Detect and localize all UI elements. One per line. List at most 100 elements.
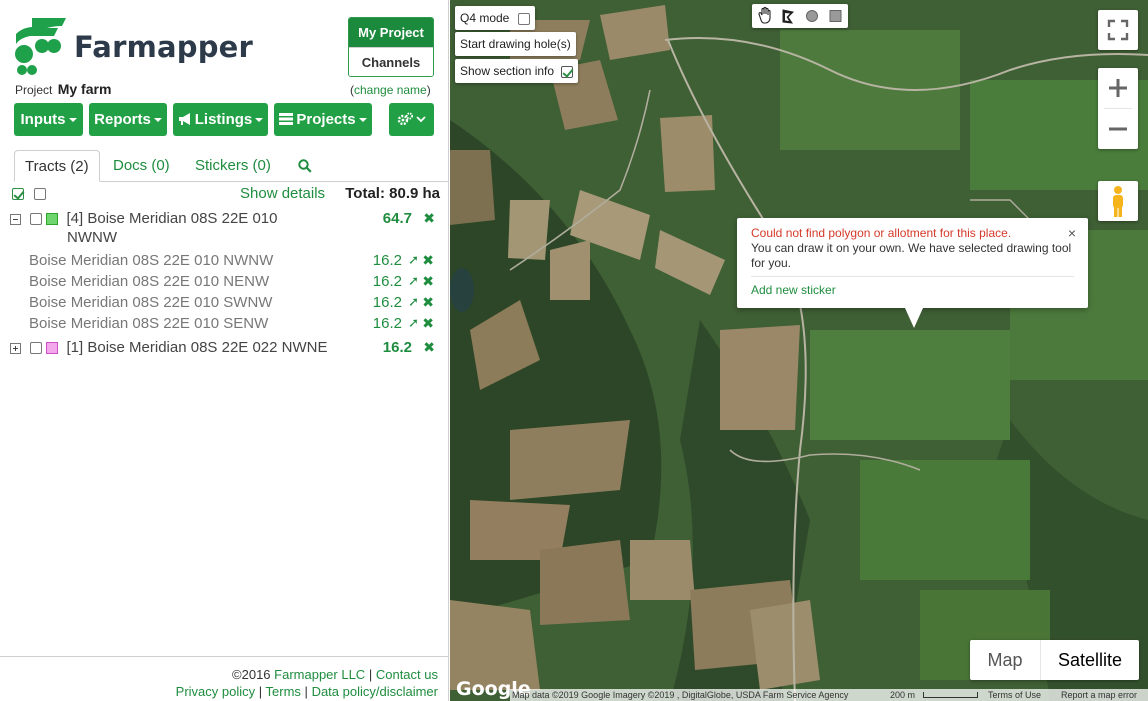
select-all-checkbox[interactable]: [12, 188, 24, 201]
street-view-button[interactable]: [1098, 181, 1138, 221]
hand-icon[interactable]: [758, 6, 771, 24]
tract-name: [1] Boise Meridian 08S 22E 022 NWNE: [66, 339, 328, 356]
delete-icon[interactable]: ✖: [422, 252, 434, 269]
caret-down-icon: [68, 118, 77, 123]
map-terms-link[interactable]: Terms of Use: [988, 689, 1041, 701]
show-section-info-label: Show section info: [460, 64, 555, 78]
inputs-dropdown-button[interactable]: Inputs: [14, 103, 83, 136]
external-link-icon[interactable]: ➚: [408, 273, 419, 289]
subtract-row[interactable]: Boise Meridian 08S 22E 010 SENW 16.2 ➚ ✖: [29, 315, 439, 332]
map-data-text: Map data ©2019 Google Imagery ©2019 , Di…: [512, 690, 849, 700]
map-attribution: Map data ©2019 Google Imagery ©2019 , Di…: [510, 689, 1148, 701]
start-drawing-hole-button[interactable]: Start drawing hole(s): [455, 32, 576, 56]
brand-name: Farmapper: [74, 30, 254, 64]
subtract-area: 16.2: [372, 294, 402, 311]
tab-stickers[interactable]: Stickers (0): [195, 150, 271, 182]
map-type-satellite-button[interactable]: Satellite: [1040, 640, 1139, 680]
terms-link[interactable]: Terms: [266, 684, 301, 699]
circle-icon[interactable]: [806, 10, 818, 22]
show-section-info-control[interactable]: Show section info: [455, 59, 579, 83]
external-link-icon[interactable]: ➚: [408, 252, 419, 268]
farmapper-logo-icon: [15, 18, 66, 75]
zoom-in-button[interactable]: [1098, 68, 1138, 108]
footer-line-2: Privacy policy | Terms | Data policy/dis…: [176, 684, 438, 699]
list-icon: [279, 113, 294, 125]
tract-name: [4] Boise Meridian 08S 22E 010: [66, 210, 278, 227]
contact-link[interactable]: Contact us: [376, 667, 438, 682]
tract-name-cont: NWNW: [67, 229, 117, 246]
fullscreen-button[interactable]: [1098, 10, 1138, 50]
subtract-row[interactable]: Boise Meridian 08S 22E 010 NWNW 16.2 ➚ ✖: [29, 252, 439, 269]
tract-color-swatch: [46, 213, 59, 226]
subtract-name: Boise Meridian 08S 22E 010 NWNW: [29, 252, 274, 269]
delete-icon[interactable]: ✖: [422, 315, 434, 332]
show-section-info-checkbox[interactable]: [561, 65, 574, 78]
tract-checkbox[interactable]: [30, 342, 43, 355]
rectangle-icon[interactable]: [829, 10, 842, 22]
my-project-button[interactable]: My Project: [349, 18, 433, 47]
q4-mode-control[interactable]: Q4 mode: [455, 6, 535, 30]
privacy-link[interactable]: Privacy policy: [176, 684, 255, 699]
expand-icon[interactable]: [10, 342, 21, 354]
satellite-map[interactable]: Q4 mode Start drawing hole(s) Show secti…: [450, 0, 1148, 701]
reports-dropdown-button[interactable]: Reports: [89, 103, 167, 136]
show-details-link[interactable]: Show details: [240, 185, 325, 202]
listings-label: Listings: [194, 111, 253, 128]
zoom-control: [1098, 68, 1138, 149]
projects-label: Projects: [296, 111, 356, 128]
separator: |: [304, 684, 308, 699]
fullscreen-icon: [1107, 19, 1129, 41]
zoom-out-button[interactable]: [1098, 109, 1138, 149]
delete-icon[interactable]: ✖: [422, 294, 434, 311]
caret-down-icon: [358, 118, 367, 123]
q4-mode-checkbox[interactable]: [517, 12, 530, 25]
subtract-row[interactable]: Boise Meridian 08S 22E 010 SWNW 16.2 ➚ ✖: [29, 294, 439, 311]
company-link[interactable]: Farmapper LLC: [274, 667, 365, 682]
collapse-icon[interactable]: [10, 213, 21, 225]
listings-dropdown-button[interactable]: Listings: [173, 103, 268, 136]
polygon-icon[interactable]: [782, 9, 795, 24]
project-label: Project: [15, 83, 53, 97]
subtract-name: Boise Meridian 08S 22E 010 SWNW: [29, 294, 273, 311]
map-type-control: Map Satellite: [970, 640, 1139, 680]
subtract-row[interactable]: Boise Meridian 08S 22E 010 NENW 16.2 ➚ ✖: [29, 273, 439, 290]
select-none-checkbox[interactable]: [34, 188, 47, 201]
separator: |: [368, 667, 373, 682]
popup-error-text: Could not find polygon or allotment for …: [751, 226, 1012, 240]
caret-down-icon: [153, 118, 162, 123]
project-line: Project My farm: [15, 81, 111, 97]
add-new-sticker-link[interactable]: Add new sticker: [751, 283, 836, 297]
popup-info-text: You can draw it on your own. We have sel…: [751, 241, 1072, 270]
map-type-map-button[interactable]: Map: [970, 640, 1040, 680]
subtract-name: Boise Meridian 08S 22E 010 NENW: [29, 273, 270, 290]
external-link-icon[interactable]: ➚: [408, 315, 419, 331]
paren-close: ): [426, 83, 431, 97]
popup-footer: Add new sticker: [751, 276, 1074, 298]
report-map-error-link[interactable]: Report a map error: [1061, 689, 1137, 701]
projects-dropdown-button[interactable]: Projects: [274, 103, 372, 136]
copyright-text: ©2016: [232, 667, 271, 682]
external-link-icon[interactable]: ➚: [408, 294, 419, 310]
tract-checkbox[interactable]: [30, 213, 43, 226]
tract-row[interactable]: [4] Boise Meridian 08S 22E 010 64.7 ✖ NW…: [10, 210, 440, 246]
drawing-tools: [752, 4, 848, 28]
drawing-tools-icons: [758, 6, 842, 24]
start-drawing-hole-label: Start drawing hole(s): [460, 37, 571, 51]
farmapper-logo[interactable]: Farmapper: [14, 16, 253, 76]
channels-button[interactable]: Channels: [349, 47, 433, 76]
delete-icon[interactable]: ✖: [422, 273, 434, 290]
data-policy-link[interactable]: Data policy/disclaimer: [312, 684, 438, 699]
search-icon[interactable]: [298, 159, 312, 173]
delete-icon[interactable]: ✖: [423, 210, 435, 227]
settings-dropdown-button[interactable]: [389, 103, 434, 136]
q4-mode-label: Q4 mode: [460, 11, 510, 25]
subtract-area: 16.2: [372, 315, 402, 332]
change-name-link[interactable]: change name: [354, 83, 427, 97]
project-name: My farm: [57, 81, 112, 97]
close-icon[interactable]: ×: [1068, 226, 1076, 241]
footer-divider: [0, 656, 449, 657]
delete-icon[interactable]: ✖: [423, 339, 435, 356]
tab-tracts[interactable]: Tracts (2): [14, 150, 100, 182]
tract-row[interactable]: [1] Boise Meridian 08S 22E 022 NWNE 16.2…: [10, 339, 440, 356]
tab-docs[interactable]: Docs (0): [113, 150, 170, 182]
